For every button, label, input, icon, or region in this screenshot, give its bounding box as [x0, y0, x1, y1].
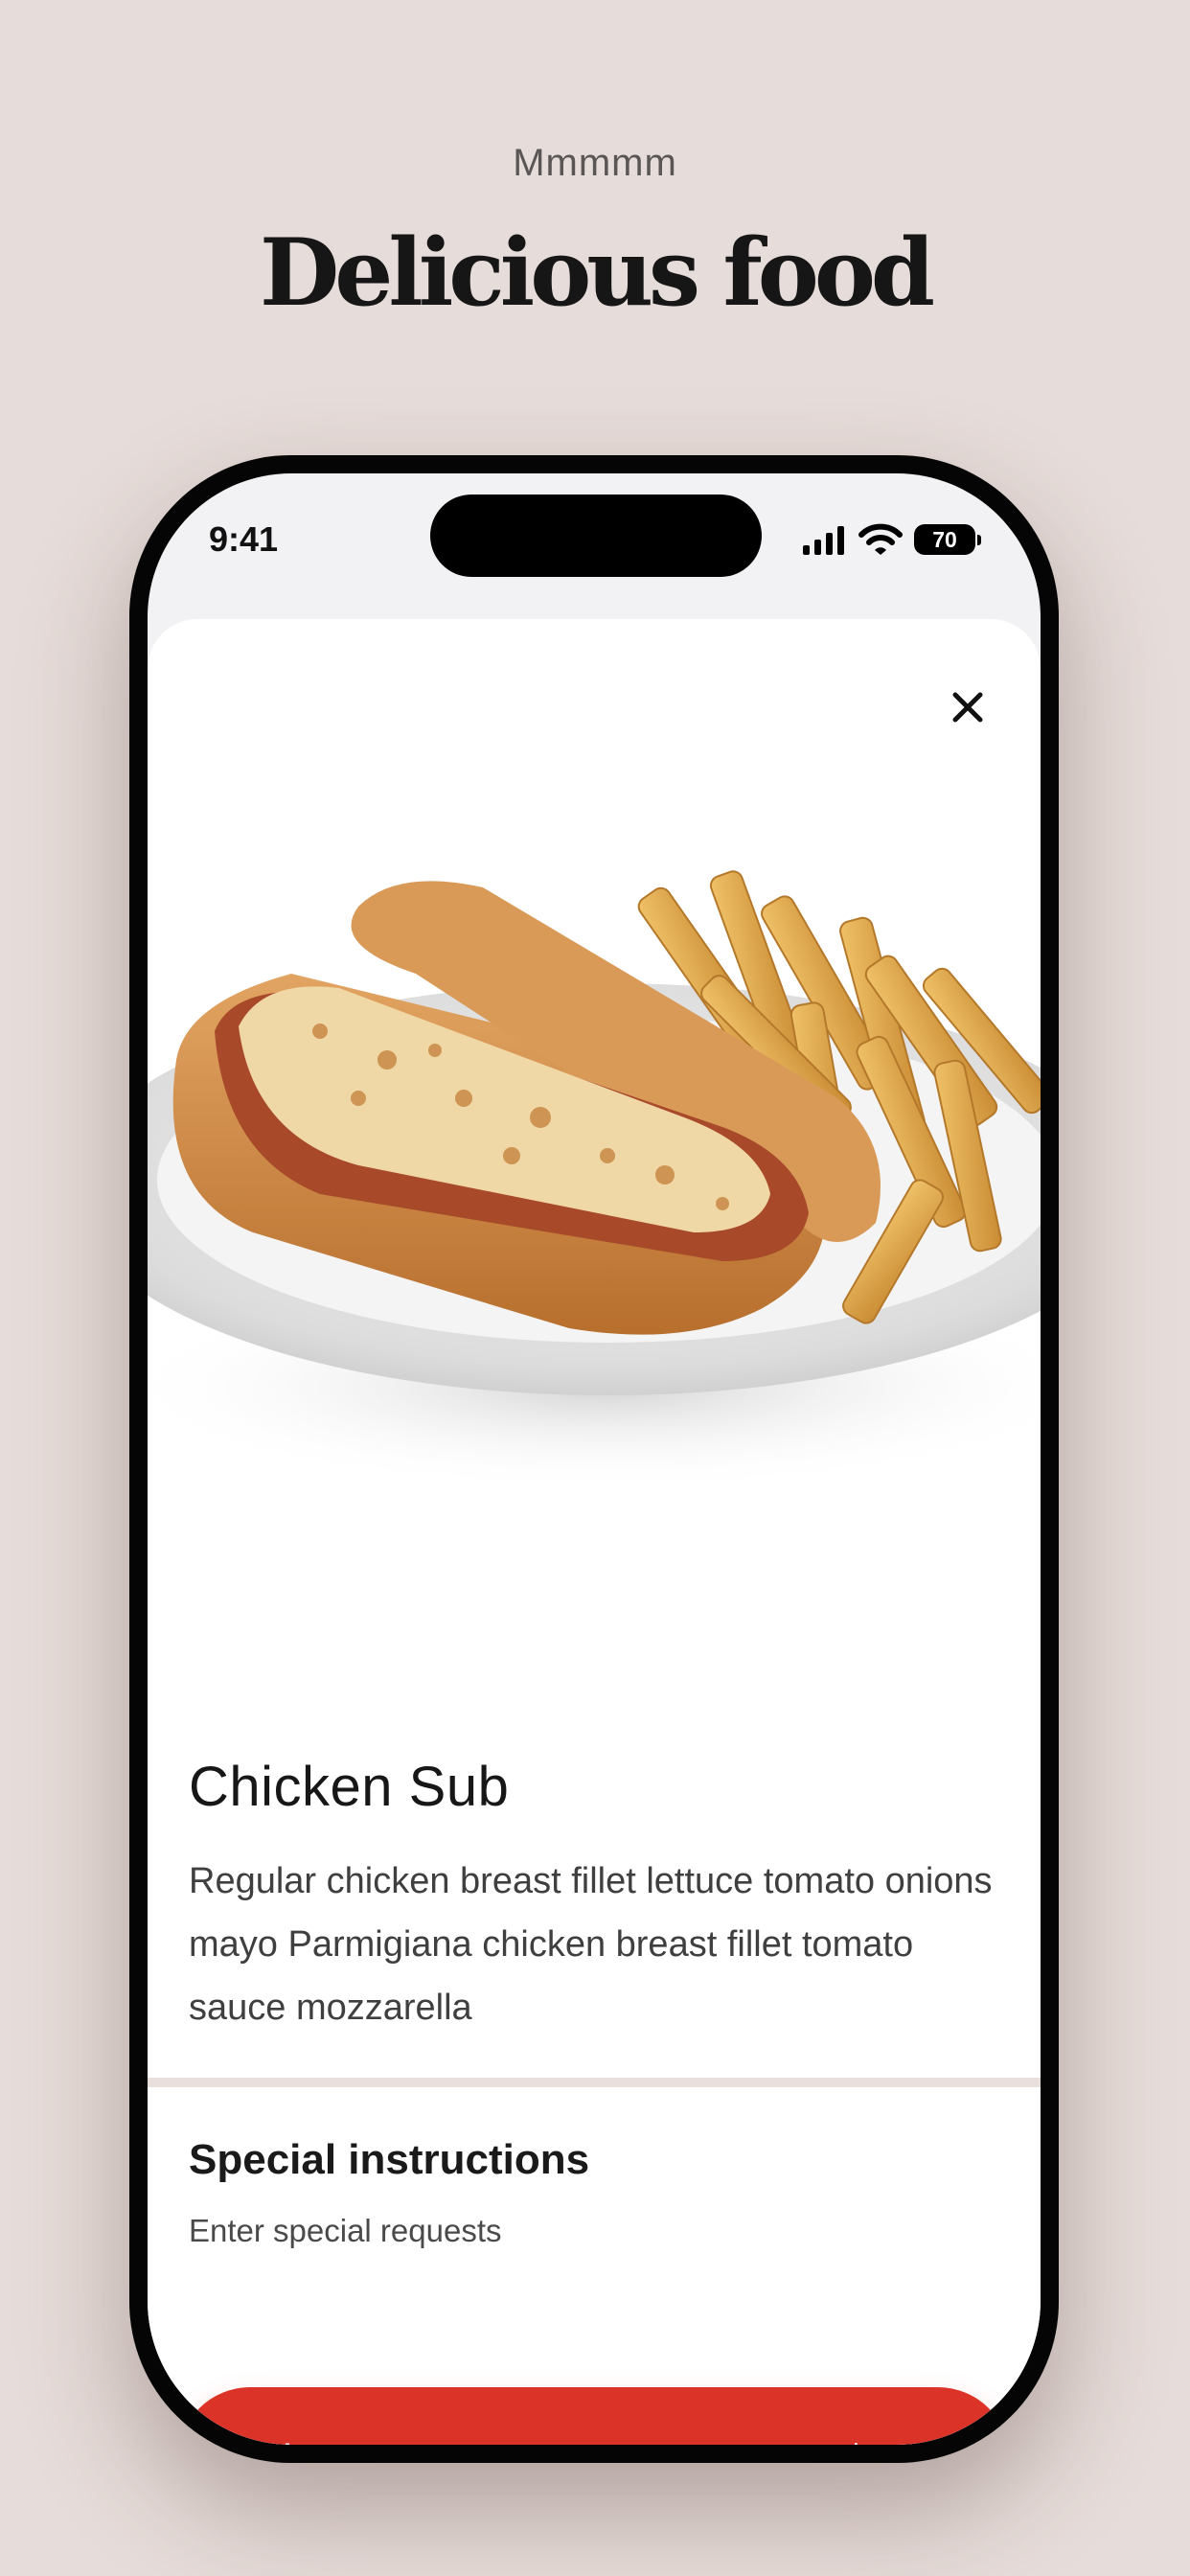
special-instructions-input[interactable] [189, 2208, 917, 2254]
add-to-cart-button[interactable]: Add to cart $17.95 [178, 2387, 1010, 2445]
signal-icon [803, 526, 844, 555]
status-time: 9:41 [209, 519, 279, 559]
page-headline: Delicious food [260, 218, 935, 327]
special-instructions-title: Special instructions [189, 2136, 590, 2183]
section-divider [148, 2078, 1041, 2087]
phone-frame: 9:41 70 Chicken Sub Regular chicken brea… [129, 455, 1059, 2463]
eyebrow-text: Mmmmm [513, 142, 677, 184]
close-button[interactable] [941, 680, 995, 734]
dynamic-island [430, 494, 762, 577]
close-icon [952, 692, 983, 723]
phone-screen: 9:41 70 Chicken Sub Regular chicken brea… [148, 473, 1041, 2445]
cart-price: $17.95 [845, 2436, 968, 2445]
item-description: Regular chicken breast fillet lettuce to… [189, 1861, 993, 2028]
item-title: Chicken Sub [189, 1756, 510, 1818]
status-icons: 70 [801, 523, 981, 556]
battery-icon: 70 [914, 524, 981, 555]
food-image [148, 870, 1041, 1491]
add-to-cart-label: Add to cart [220, 2436, 415, 2445]
item-detail-sheet: Chicken Sub Regular chicken breast fille… [148, 619, 1041, 2445]
battery-level: 70 [914, 524, 975, 555]
wifi-icon [858, 523, 903, 555]
